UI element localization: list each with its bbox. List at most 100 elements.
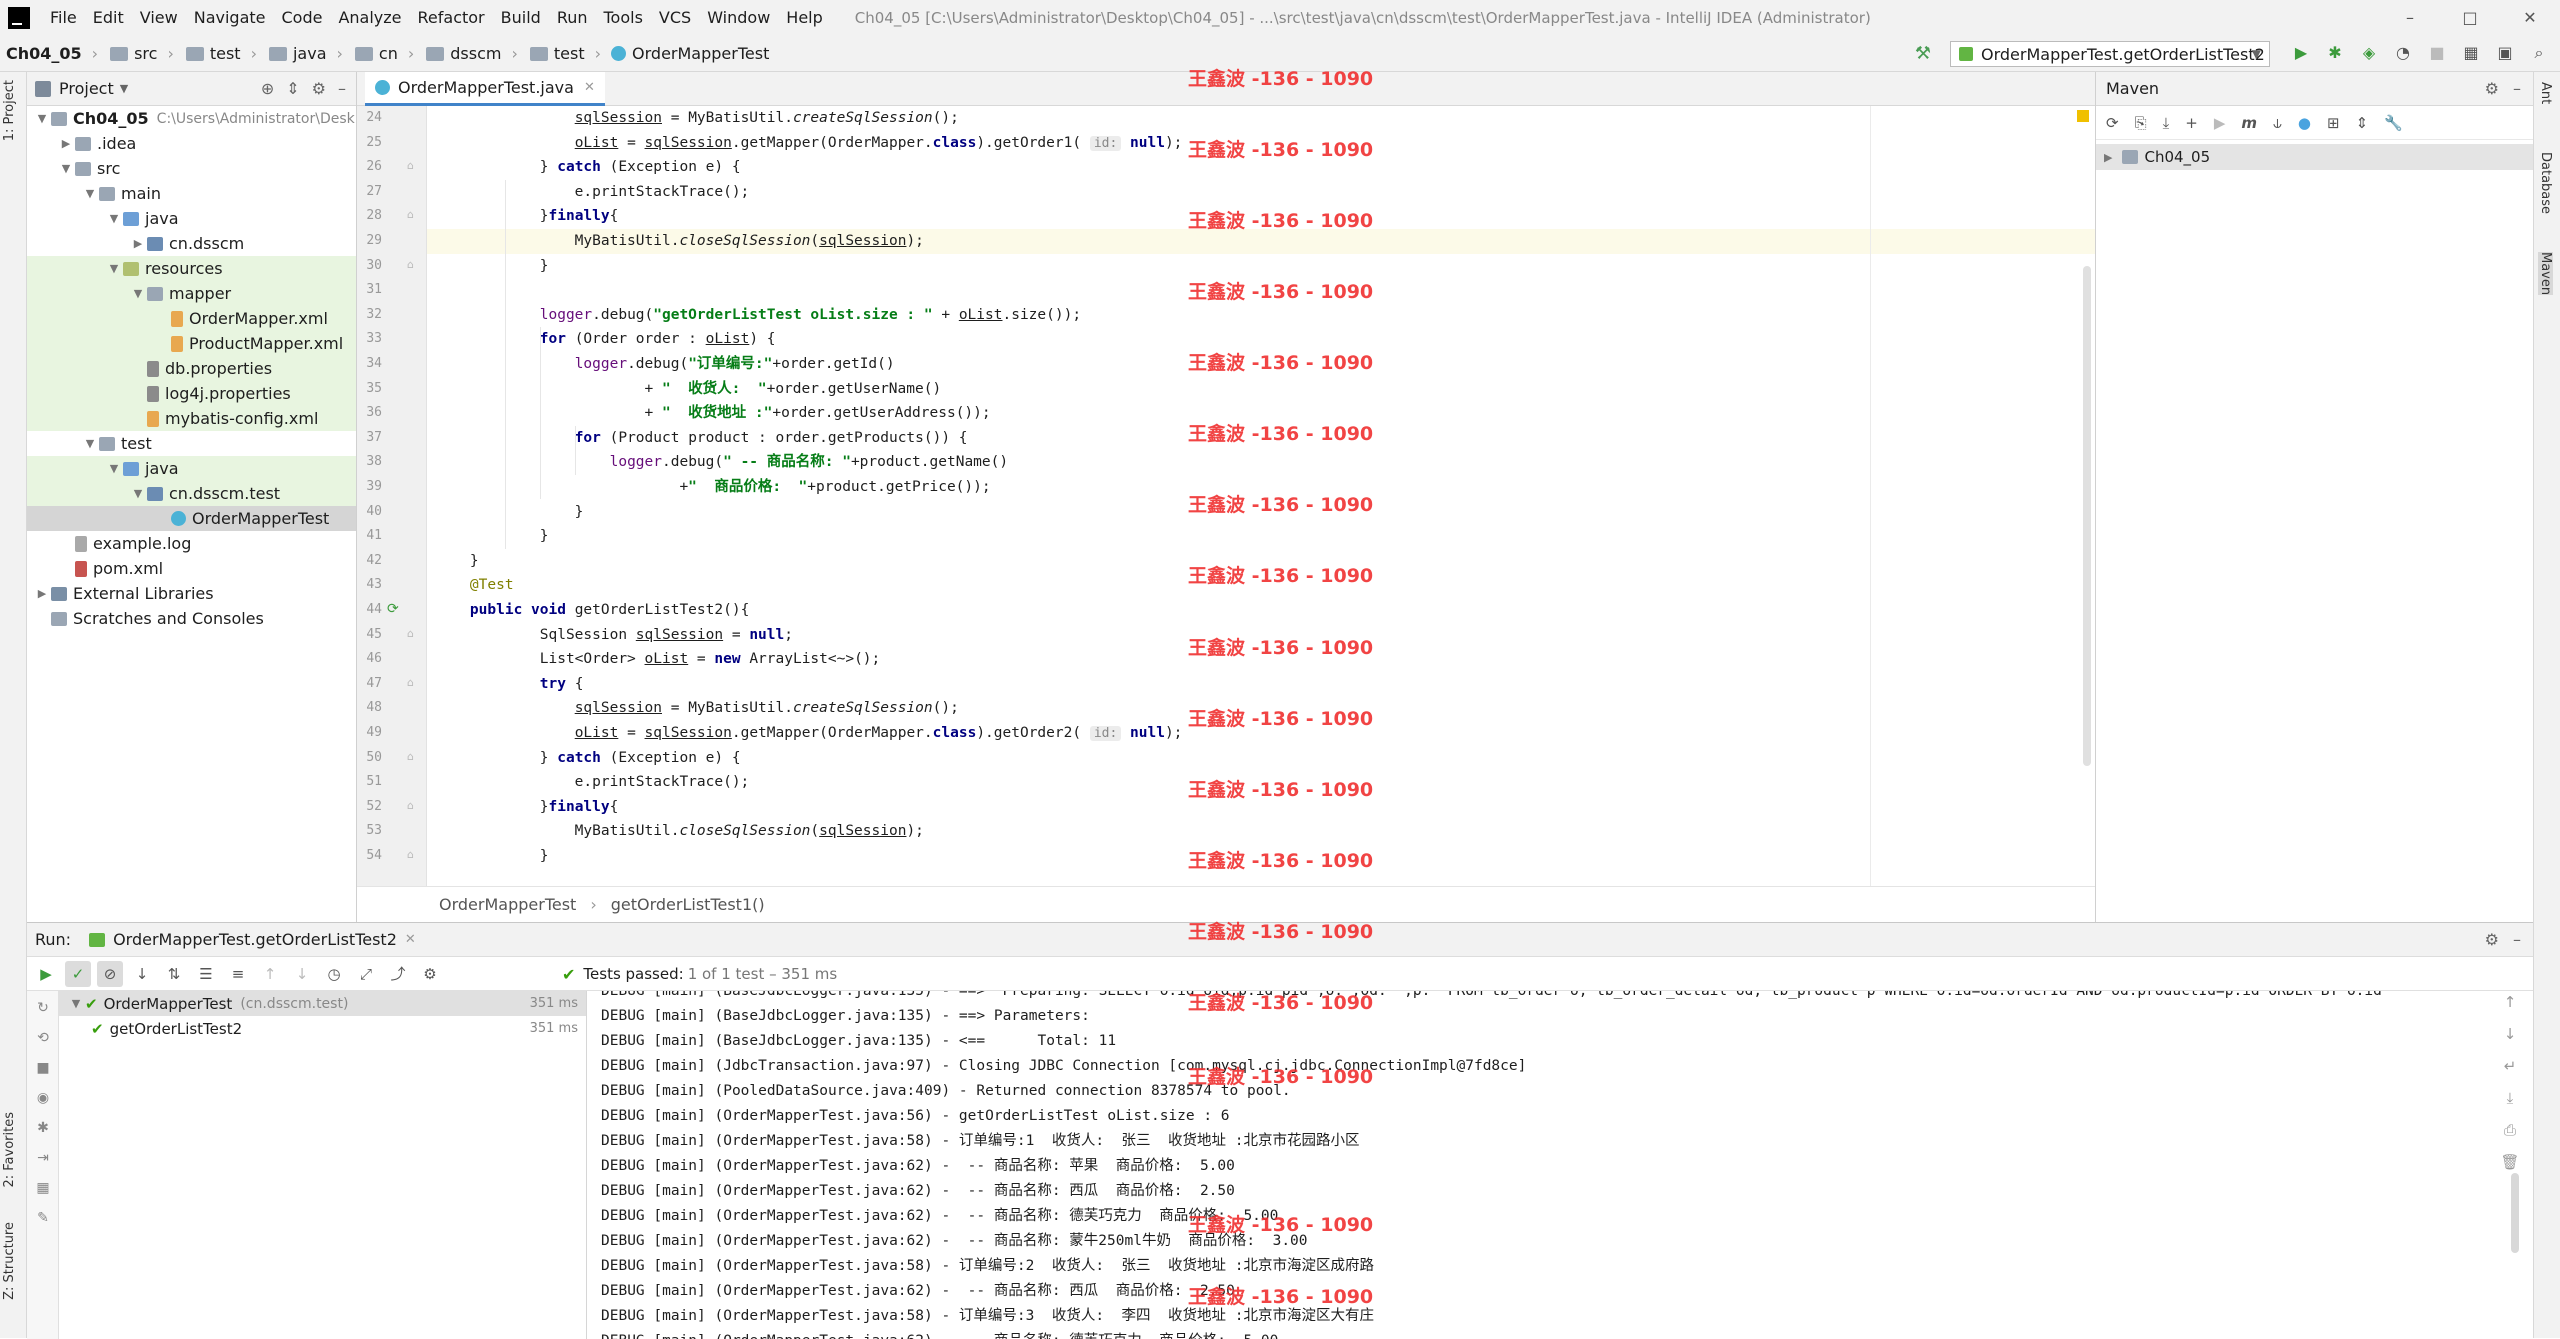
project-view-label[interactable]: Project xyxy=(59,79,114,98)
structure-tool-tab[interactable]: Z: Structure xyxy=(2,1222,17,1300)
minimize-button[interactable]: – xyxy=(2380,0,2440,36)
menu-analyze[interactable]: Analyze xyxy=(330,0,409,36)
code-line[interactable]: } catch (Exception e) { xyxy=(427,155,2095,180)
menu-navigate[interactable]: Navigate xyxy=(186,0,274,36)
editor-breadcrumb-method[interactable]: getOrderListTest1() xyxy=(611,895,765,914)
run-test-gutter-icon[interactable]: ⟳ xyxy=(387,601,399,617)
pin-icon[interactable]: ✎ xyxy=(30,1205,56,1231)
code-line[interactable]: sqlSession = MyBatisUtil.createSqlSessio… xyxy=(427,106,2095,131)
project-tree-item[interactable]: ▼ resources xyxy=(27,256,356,281)
project-tree-item[interactable]: ▼ test xyxy=(27,431,356,456)
project-tree-item[interactable]: example.log xyxy=(27,531,356,556)
expand-all-icon[interactable]: ☰ xyxy=(193,961,219,987)
maximize-button[interactable]: □ xyxy=(2440,0,2500,36)
code-line[interactable]: logger.debug(" -- 商品名称: "+product.getNam… xyxy=(427,450,2095,475)
fold-marker-icon[interactable]: ⌂ xyxy=(407,750,414,763)
code-line[interactable]: } xyxy=(427,549,2095,574)
collapse-all-icon[interactable]: ≡ xyxy=(225,961,251,987)
code-line[interactable]: sqlSession = MyBatisUtil.createSqlSessio… xyxy=(427,696,2095,721)
code-line[interactable]: oList = sqlSession.getMapper(OrderMapper… xyxy=(427,721,2095,746)
chevron-right-icon[interactable]: ▶ xyxy=(57,137,75,150)
code-line[interactable]: } xyxy=(427,500,2095,525)
favorites-tool-tab[interactable]: 2: Favorites xyxy=(2,1112,17,1188)
build-hammer-icon[interactable]: ⚒ xyxy=(1912,43,1934,65)
fold-marker-icon[interactable]: ⌂ xyxy=(407,848,414,861)
run-icon[interactable]: ▶ xyxy=(2290,42,2312,64)
project-tree-item[interactable]: mybatis-config.xml xyxy=(27,406,356,431)
chevron-down-icon[interactable]: ▼ xyxy=(120,82,128,95)
ant-tool-tab[interactable]: Ant xyxy=(2538,82,2553,104)
maven-tool-tab[interactable]: Maven xyxy=(2538,252,2553,296)
code-line[interactable]: }finally{ xyxy=(427,204,2095,229)
scroll-to-end-icon[interactable]: ⤓ xyxy=(2495,1089,2525,1107)
maven-settings-icon[interactable]: 🔧 xyxy=(2384,114,2403,132)
code-line[interactable]: } xyxy=(427,524,2095,549)
gear-icon[interactable]: ⚙ xyxy=(312,79,326,98)
code-line[interactable]: } catch (Exception e) { xyxy=(427,746,2095,771)
clear-all-icon[interactable]: 🗑 xyxy=(2495,1153,2525,1171)
menu-run[interactable]: Run xyxy=(549,0,596,36)
project-tree-item[interactable]: ProductMapper.xml xyxy=(27,331,356,356)
code-line[interactable] xyxy=(427,278,2095,303)
project-tree-item[interactable]: pom.xml xyxy=(27,556,356,581)
chevron-right-icon[interactable]: ▶ xyxy=(33,587,51,600)
rerun-icon[interactable]: ▶ xyxy=(33,961,59,987)
project-tree-item[interactable]: ▶ External Libraries xyxy=(27,581,356,606)
menu-refactor[interactable]: Refactor xyxy=(410,0,493,36)
add-icon[interactable]: + xyxy=(2185,114,2198,132)
chevron-down-icon[interactable]: ▼ xyxy=(129,487,147,500)
warning-marker-icon[interactable] xyxy=(2077,110,2089,122)
maven-project-root[interactable]: ▶ Ch04_05 xyxy=(2096,144,2533,170)
code-line[interactable]: SqlSession sqlSession = null; xyxy=(427,623,2095,648)
test-tree-item[interactable]: ✔ getOrderListTest2 351 ms xyxy=(59,1016,586,1041)
editor-tab-ordermappertest[interactable]: OrderMapperTest.java ✕ xyxy=(365,72,605,106)
project-tree-item[interactable]: ▶ .idea xyxy=(27,131,356,156)
reimport-icon[interactable]: ⟳ xyxy=(2106,114,2119,132)
fold-marker-icon[interactable]: ⌂ xyxy=(407,799,414,812)
test-tree-item[interactable]: ▼ ✔ OrderMapperTest (cn.dsscm.test) 351 ms xyxy=(59,991,586,1016)
code-line[interactable]: List<Order> oList = new ArrayList<~>(); xyxy=(427,647,2095,672)
generate-sources-icon[interactable]: ⎘ xyxy=(2135,114,2147,132)
breadcrumb-item[interactable]: test xyxy=(524,44,585,63)
show-dependencies-icon[interactable]: ⊞ xyxy=(2327,114,2340,132)
fold-marker-icon[interactable]: ⌂ xyxy=(407,208,414,221)
layout-icon[interactable]: ▦ xyxy=(30,1175,56,1201)
project-tree-item[interactable]: db.properties xyxy=(27,356,356,381)
code-editor[interactable]: 24 25 26 ⌂ 27 28 ⌂ 29 30 ⌂ 31 32 33 34 35 36 37 38 39 40 41 4… xyxy=(357,106,2095,886)
code-line[interactable]: e.printStackTrace(); xyxy=(427,770,2095,795)
chevron-down-icon[interactable]: ▼ xyxy=(129,287,147,300)
hide-panel-icon[interactable]: – xyxy=(2513,79,2521,98)
search-everywhere-icon[interactable]: ⌕ xyxy=(2528,42,2550,64)
code-line[interactable]: MyBatisUtil.closeSqlSession(sqlSession); xyxy=(427,819,2095,844)
run-configuration-select[interactable]: OrderMapperTest.getOrderListTest2 ▼ xyxy=(1950,41,2270,67)
debug-icon[interactable]: ✱ xyxy=(30,1115,56,1141)
show-ignored-icon[interactable]: ⊘ xyxy=(97,960,123,987)
code-line[interactable]: MyBatisUtil.closeSqlSession(sqlSession); xyxy=(427,229,2095,254)
export-icon[interactable]: ⤴ xyxy=(385,961,411,987)
toggle-offline-icon[interactable]: ⫝ xyxy=(2273,114,2282,132)
chevron-down-icon[interactable]: ▼ xyxy=(57,162,75,175)
locate-file-icon[interactable]: ⊕ xyxy=(261,79,274,98)
code-line[interactable]: + " 收货人: "+order.getUserName() xyxy=(427,377,2095,402)
menu-code[interactable]: Code xyxy=(274,0,331,36)
editor-breadcrumb-class[interactable]: OrderMapperTest xyxy=(439,895,576,914)
code-line[interactable]: + " 收货地址 :"+order.getUserAddress()); xyxy=(427,401,2095,426)
breadcrumb-item[interactable]: src xyxy=(104,44,157,63)
stop-icon[interactable]: ■ xyxy=(30,1055,56,1081)
breadcrumb-item[interactable]: OrderMapperTest xyxy=(607,44,769,63)
exit-icon[interactable]: ⇥ xyxy=(30,1145,56,1171)
project-tree-item[interactable]: log4j.properties xyxy=(27,381,356,406)
console-output[interactable]: DEBUG [main] (BaseJdbcLogger.java:135) -… xyxy=(589,991,2525,1339)
scroll-up-icon[interactable]: ↑ xyxy=(2495,993,2525,1011)
collapse-all-icon[interactable]: ⇕ xyxy=(2356,114,2369,132)
menu-edit[interactable]: Edit xyxy=(85,0,132,36)
project-tree-item[interactable]: OrderMapper.xml xyxy=(27,306,356,331)
code-line[interactable]: try { xyxy=(427,672,2095,697)
menu-view[interactable]: View xyxy=(132,0,186,36)
rerun-failed-icon[interactable]: ↻ xyxy=(30,995,56,1021)
download-icon[interactable]: ⤓ xyxy=(2163,114,2170,132)
project-tree-item[interactable]: ▼ mapper xyxy=(27,281,356,306)
profile-icon[interactable]: ◔ xyxy=(2392,42,2414,64)
project-tree-item[interactable]: Scratches and Consoles xyxy=(27,606,356,631)
code-line[interactable]: @Test xyxy=(427,573,2095,598)
